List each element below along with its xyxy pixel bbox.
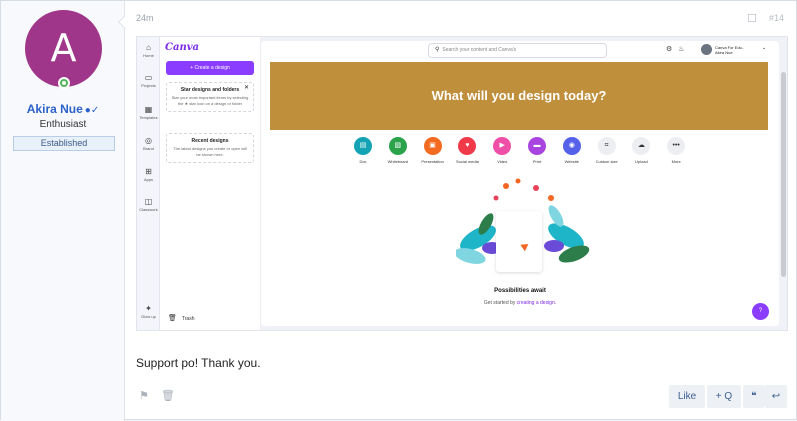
recent-designs-card: Recent designs The latest designs you cr… [166,133,254,163]
nav-brand: ◎ Brand [137,136,160,151]
website-icon: ◉ [562,137,581,155]
post-number[interactable]: #14 [769,13,784,23]
help-button: ? [752,303,769,320]
home-icon: ⌂ [146,43,151,52]
video-icon: ▶ [493,137,512,155]
user-check-icon: ●✓ [84,105,100,116]
brand-icon: ◎ [145,136,152,145]
custom-size-icon: ⌗ [597,137,616,155]
doc-icon: ▤ [354,137,372,155]
blank-design-card [496,211,542,272]
avatar[interactable]: A [25,10,102,87]
canva-nav-rail: ⌂ Home ▭ Projects ▦ Templates ◎ Brand ⊞ Apps … [137,37,160,330]
possibilities-title: Possibilities await [494,288,546,294]
print-icon: ▬ [528,137,546,155]
classwork-icon: ◫ [144,197,153,206]
username-link[interactable]: Akira Nue [27,102,83,116]
nav-classwork: ◫ Classwork [137,197,160,212]
nav-projects: ▭ Projects [137,73,160,88]
folder-icon: ▭ [144,73,153,82]
canva-main-area: ⚲ Search your content and Canva's ⚙ ♨ Can… [261,41,779,326]
canva-search-bar: ⚲ Search your content and Canva's [428,43,607,58]
username-container: Akira Nue ●✓ [1,102,125,116]
get-started-text: Get started by creating a design. [483,300,557,306]
like-button[interactable]: Like [669,385,705,408]
post-container: A Akira Nue ●✓ Enthusiast Established 24m… [0,0,797,421]
nav-home: ⌂ Home [137,43,160,58]
create-design-link: creating a design. [516,300,557,306]
attached-screenshot[interactable]: ⌂ Home ▭ Projects ▦ Templates ◎ Brand ⊞ Apps … [136,36,788,331]
user-rank-badge: Established [13,136,115,151]
category-more: ••• More [656,137,696,164]
post-message: Support po! Thank you. [136,356,261,370]
nav-templates: ▦ Templates [137,105,160,120]
apps-icon: ⊞ [145,167,152,176]
bell-icon: ♨ [678,46,685,53]
canva-logo: Canva [165,42,199,53]
online-status-icon [58,77,70,89]
canva-avatar [701,44,712,55]
trash-icon: 🗑 [168,315,177,322]
report-flag-icon[interactable]: ⚑ [139,389,149,402]
multi-quote-button[interactable]: ❝ [743,385,765,408]
canva-side-panel: Canva + Create a design ✕ Star designs a… [160,37,261,330]
post-timestamp[interactable]: 24m [136,13,154,23]
design-banner: What will you design today? [270,62,768,130]
delete-trash-icon[interactable]: 🗑 [161,389,175,402]
glow-up-icon: ✦ [145,304,152,313]
presentation-icon: ▣ [423,137,442,155]
nav-glow-up: ✦ Glow up [137,304,160,319]
user-role: Enthusiast [39,119,87,130]
upload-icon: ☁ [632,137,651,155]
bookmark-icon[interactable]: ☐ [747,12,757,25]
canva-profile: Canva For Edu.. Akira Nue ⌄ [701,44,771,56]
settings-icon: ⚙ [666,46,673,53]
create-design-button: + Create a design [166,61,254,75]
nav-apps: ⊞ Apps [137,167,160,182]
user-sidebar: A Akira Nue ●✓ Enthusiast Established [1,1,125,421]
canva-top-icons: ⚙ ♨ [666,45,684,53]
possibilities-illustration [454,176,590,276]
social-media-icon: ♥ [458,137,477,155]
trash-item: 🗑 Trash [168,315,195,322]
search-icon: ⚲ [435,47,440,53]
templates-icon: ▦ [144,105,153,114]
canva-scrollbar [781,72,786,277]
star-designs-card: ✕ Star designs and folders Star your mos… [166,82,254,112]
more-icon: ••• [667,137,686,155]
whiteboard-icon: ▧ [388,137,407,155]
reply-button[interactable]: ↩ [765,385,787,408]
close-icon: ✕ [243,85,249,91]
quote-button[interactable]: + Q [707,385,741,408]
chevron-down-icon: ⌄ [762,45,767,51]
